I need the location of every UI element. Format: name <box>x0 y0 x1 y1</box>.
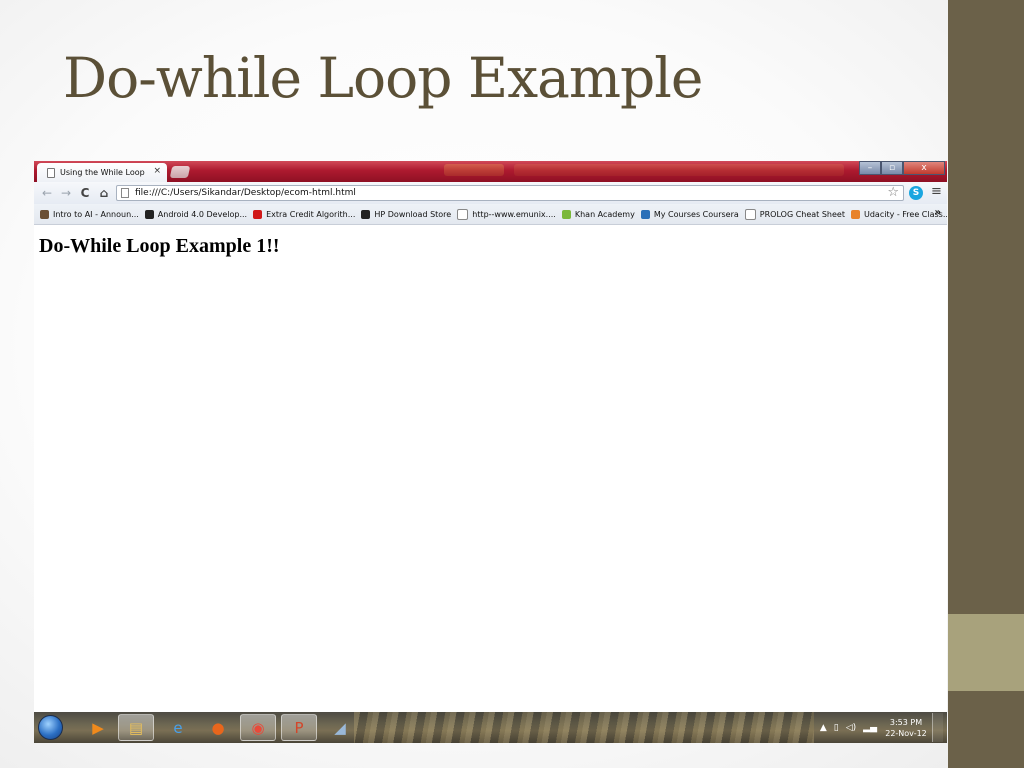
bookmark-item[interactable]: PROLOG Cheat Sheet <box>744 208 845 220</box>
file-explorer-icon[interactable]: ▤ <box>118 714 154 741</box>
firefox-icon[interactable]: ● <box>200 714 236 741</box>
browser-titlebar: Using the While Loop × – ▫ x <box>34 161 947 182</box>
page-icon <box>457 208 469 220</box>
bookmark-label: My Courses Coursera <box>653 209 739 219</box>
android-icon <box>144 209 154 219</box>
slide-title: Do-while Loop Example <box>63 46 703 110</box>
star-icon[interactable]: ☆ <box>887 185 899 200</box>
bookmark-item[interactable]: Android 4.0 Develop... <box>144 209 248 219</box>
bookmark-label: PROLOG Cheat Sheet <box>759 209 845 219</box>
new-tab-button[interactable] <box>169 166 191 178</box>
browser-toolbar: ← → C ⌂ file:///C:/Users/Sikandar/Deskto… <box>34 182 947 204</box>
browser-screenshot: Using the While Loop × – ▫ x ← → C ⌂ fil… <box>34 161 947 743</box>
udacity-u-icon <box>850 209 860 219</box>
menu-icon[interactable]: ≡ <box>931 184 942 199</box>
bookmark-label: HP Download Store <box>374 209 452 219</box>
bookmark-label: http--www.emunix.... <box>472 209 556 219</box>
bookmark-item[interactable]: Khan Academy <box>561 209 635 219</box>
close-icon[interactable]: × <box>153 166 161 176</box>
show-hidden-icons-icon[interactable]: ▲ <box>820 723 827 733</box>
ai-icon <box>40 209 49 219</box>
maximize-button[interactable]: ▫ <box>881 161 903 175</box>
clock-date: 22-Nov-12 <box>885 728 927 738</box>
bookmark-item[interactable]: http--www.emunix.... <box>457 208 556 220</box>
clock-time: 3:53 PM <box>889 717 923 727</box>
bookmark-label: Intro to AI - Announ... <box>53 209 139 219</box>
bookmarks-overflow-icon[interactable]: » <box>935 207 941 218</box>
address-bar[interactable]: file:///C:/Users/Sikandar/Desktop/ecom-h… <box>116 185 904 201</box>
udacity-u-icon <box>253 209 263 219</box>
page-icon <box>121 188 129 198</box>
slide-side-accent <box>948 614 1024 691</box>
bookmark-label: Android 4.0 Develop... <box>157 209 248 219</box>
media-player-icon[interactable]: ▶ <box>80 714 116 741</box>
back-icon[interactable]: ← <box>41 186 53 200</box>
show-desktop-button[interactable] <box>932 713 943 742</box>
window-controls: – ▫ x <box>859 161 945 175</box>
start-button[interactable] <box>38 715 63 740</box>
chrome-icon[interactable]: ◉ <box>240 714 276 741</box>
bookmark-item[interactable]: HP Download Store <box>361 209 452 219</box>
page-icon <box>744 208 756 220</box>
bookmark-label: Extra Credit Algorith... <box>266 209 356 219</box>
taskbar-wallpaper <box>354 712 814 743</box>
minimize-button[interactable]: – <box>859 161 881 175</box>
hp-icon <box>361 209 371 219</box>
tab-title: Using the While Loop <box>60 168 145 177</box>
internet-explorer-icon[interactable]: e <box>160 714 196 741</box>
windows-taskbar: ▶ ▤ e ● ◉ P ◢ ▲ ▯ ◁) ▂▄ 3:53 PM 22-Nov-12 <box>34 712 947 743</box>
network-icon[interactable]: ▂▄ <box>863 723 877 733</box>
bookmark-item[interactable]: Intro to AI - Announ... <box>40 209 139 219</box>
forward-icon[interactable]: → <box>60 186 72 200</box>
volume-icon[interactable]: ◁) <box>846 723 856 733</box>
bookmark-item[interactable]: Extra Credit Algorith... <box>253 209 356 219</box>
page-heading: Do-While Loop Example 1!! <box>39 235 280 257</box>
powerpoint-icon[interactable]: P <box>281 714 317 741</box>
app-icon[interactable]: ◢ <box>322 714 358 741</box>
tab-using-the-while-loop[interactable]: Using the While Loop × <box>37 163 167 182</box>
coursera-icon <box>640 209 650 219</box>
device-icon[interactable]: ▯ <box>834 723 839 733</box>
bookmark-item[interactable]: My Courses Coursera <box>640 209 739 219</box>
bookmark-label: Khan Academy <box>574 209 635 219</box>
skype-extension-icon[interactable]: S <box>909 186 923 200</box>
bookmarks-bar: Intro to AI - Announ... Android 4.0 Devel… <box>34 204 947 225</box>
titlebar-reflection <box>444 164 504 176</box>
system-tray: ▲ ▯ ◁) ▂▄ 3:53 PM 22-Nov-12 <box>820 712 943 743</box>
bookmark-item[interactable]: Udacity - Free Class... <box>850 209 947 219</box>
close-window-button[interactable]: x <box>903 161 945 175</box>
home-icon[interactable]: ⌂ <box>98 186 110 200</box>
clock[interactable]: 3:53 PM 22-Nov-12 <box>884 717 928 739</box>
titlebar-reflection <box>514 164 844 176</box>
page-icon <box>47 167 55 178</box>
leaf-icon <box>561 209 571 219</box>
address-url[interactable]: file:///C:/Users/Sikandar/Desktop/ecom-h… <box>135 188 356 198</box>
reload-icon[interactable]: C <box>79 186 91 200</box>
